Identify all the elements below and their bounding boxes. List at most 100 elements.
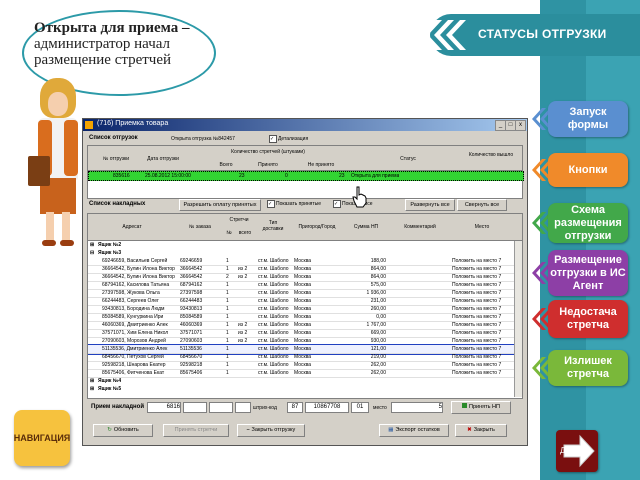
- cell-total: [238, 257, 254, 265]
- ship-not-accepted: 23: [339, 173, 345, 179]
- shipment-row[interactable]: 835616 25.08.2012 15:00:00 23 0 23 Откры…: [88, 171, 524, 181]
- allow-payment-button[interactable]: Разрешить оплату принятых: [179, 199, 261, 211]
- close-label: Закрыть: [473, 427, 495, 433]
- cell-address: 36664542, Булин Илона Виктор: [102, 266, 175, 272]
- cell-address: 46060369, Дмитриенко Алек: [102, 322, 168, 328]
- ship-num: 835616: [113, 173, 130, 179]
- side-button-4[interactable]: Размещение отгрузки в ИС Агент: [548, 250, 628, 296]
- cell-address: 69246659, Васильев Сергей: [102, 258, 168, 264]
- ship-accepted: 0: [285, 173, 288, 179]
- receive-field-1[interactable]: 6816: [147, 402, 181, 413]
- cell-delivery: ст.м. Шаболо: [258, 298, 289, 304]
- group-row[interactable]: ⊞ Ящик №4: [88, 377, 514, 385]
- col-sum: Сумма НП: [353, 224, 379, 230]
- window-titlebar: (716) Приемка товара _ □ x: [83, 119, 527, 131]
- cell-city: Москва: [294, 338, 312, 344]
- cell-num: 1: [226, 298, 229, 304]
- cell-place: Положить на место 7: [452, 354, 502, 360]
- bubble-line-2: администратор начал: [34, 36, 171, 52]
- cell-place: Положить на место 7: [452, 362, 502, 368]
- cell-delivery: ст.м. Шаболо: [258, 322, 289, 328]
- col-ship-not-accepted: Не принято: [307, 162, 335, 168]
- side-button-6[interactable]: Излишек стретча: [548, 350, 628, 386]
- detail-checkbox[interactable]: ✓: [269, 135, 277, 143]
- group-row[interactable]: ⊟ Ящик №3: [88, 249, 514, 257]
- cell-sum: 260,00: [370, 306, 386, 312]
- refresh-label: Обновить: [113, 427, 139, 433]
- receive-field-4[interactable]: [235, 402, 251, 413]
- close-shipment-label: Закрыть отгрузку: [251, 427, 296, 433]
- close-window-button[interactable]: x: [515, 120, 526, 131]
- cell-city: Москва: [294, 298, 312, 304]
- close-shipment-icon: ⎯: [246, 427, 250, 433]
- group-label: Ящик №3: [98, 250, 122, 256]
- cell-num: 1: [226, 282, 229, 288]
- place-field[interactable]: 5: [391, 402, 443, 413]
- header-title: СТАТУСЫ ОТГРУЗКИ: [478, 27, 607, 41]
- cell-delivery: ст.м. Шаболо: [258, 282, 289, 288]
- cell-total: из 2: [238, 338, 248, 344]
- cell-place: Положить на место 7: [452, 338, 502, 344]
- cell-num: 1: [226, 370, 229, 376]
- cell-sum: 864,00: [370, 274, 386, 280]
- barcode-field-1[interactable]: 87: [287, 402, 303, 413]
- cell-order: 69246659: [180, 258, 203, 264]
- cell-address: 51135536, Дмитриенко Алек: [102, 346, 168, 352]
- navigation-label: НАВИГАЦИЯ: [13, 433, 71, 443]
- cell-total: из 2: [238, 330, 248, 336]
- expand-all-button[interactable]: Развернуть все: [405, 199, 455, 211]
- barcode-field-2[interactable]: 10867708: [305, 402, 349, 413]
- group-row[interactable]: ⊞ Ящик №5: [88, 385, 514, 393]
- barcode-field-3[interactable]: 01: [351, 402, 369, 413]
- close-button[interactable]: ✖ Закрыть: [455, 424, 507, 437]
- receive-field-2[interactable]: [183, 402, 207, 413]
- expand-icon[interactable]: ⊞: [90, 385, 94, 393]
- cell-num: 1: [226, 362, 229, 368]
- cell-order: 66244483: [180, 298, 203, 304]
- app-icon: [85, 121, 93, 129]
- cell-delivery: ст.м. Шаболо: [258, 330, 289, 336]
- show-accepted-checkbox[interactable]: ✓: [267, 200, 275, 208]
- cell-sum: 0,00: [376, 314, 386, 320]
- cell-address: 85675406, Фитченова Екат: [102, 370, 165, 376]
- col-ship-num: № отгрузки: [102, 156, 130, 162]
- group-label: Ящик №4: [98, 378, 122, 384]
- show-all-checkbox[interactable]: ✓: [333, 200, 341, 208]
- side-button-1[interactable]: Запуск формы: [548, 101, 628, 137]
- close-shipment-button[interactable]: ⎯ Закрыть отгрузку: [237, 424, 305, 437]
- cell-num: 1: [226, 338, 229, 344]
- side-button-3[interactable]: Схема размещения отгрузки: [548, 203, 628, 243]
- cell-delivery: ст.м. Шаболо: [258, 338, 289, 344]
- side-button-5[interactable]: Недостача стретча: [548, 300, 628, 338]
- invoices-table: Адресат № заказа Стретчи № всего Тип дос…: [87, 213, 523, 399]
- scrollbar[interactable]: [514, 241, 522, 397]
- receive-field-3[interactable]: [209, 402, 233, 413]
- place-label: место: [373, 405, 387, 411]
- cell-sum: 575,00: [370, 282, 386, 288]
- expand-icon[interactable]: ⊞: [90, 377, 94, 385]
- cell-city: Москва: [294, 330, 312, 336]
- hand-cursor-icon: [352, 186, 367, 208]
- actions-row: ↻ Обновить Принять стретчи ⎯ Закрыть отгру…: [87, 421, 521, 439]
- col-comment: Комментарий: [404, 224, 436, 230]
- ship-date: 25.08.2012 15:00:00: [145, 173, 191, 179]
- collapse-icon[interactable]: ⊟: [90, 249, 94, 257]
- accept-stretch-button[interactable]: Принять стретчи: [163, 424, 229, 437]
- navigation-button[interactable]: НАВИГАЦИЯ: [14, 410, 70, 466]
- ship-status: Открыта для приема: [351, 173, 400, 179]
- cell-num: 1: [226, 354, 229, 360]
- refresh-button[interactable]: ↻ Обновить: [93, 424, 153, 437]
- collapse-all-button[interactable]: Свернуть все: [457, 199, 507, 211]
- group-row[interactable]: ⊞ Ящик №2: [88, 241, 514, 249]
- bubble-title: Открыта для приема –: [34, 20, 190, 36]
- cell-order: 27090603: [180, 338, 203, 344]
- export-button[interactable]: ▦ Экспорт остатков: [379, 424, 449, 437]
- expand-icon[interactable]: ⊞: [90, 241, 94, 249]
- accept-np-button[interactable]: Принять НП: [451, 401, 511, 414]
- col-ship-total: Всего: [219, 162, 233, 168]
- cell-order: 27397598: [180, 290, 203, 296]
- detail-label: Детализация: [278, 136, 309, 142]
- cell-num: 1: [226, 306, 229, 312]
- cell-city: Москва: [294, 258, 312, 264]
- side-button-2[interactable]: Кнопки: [548, 153, 628, 187]
